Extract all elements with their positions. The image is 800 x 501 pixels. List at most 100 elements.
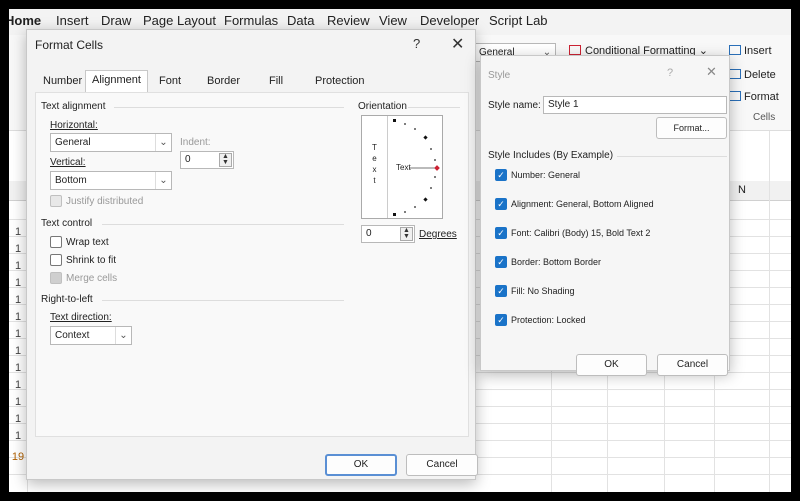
border-checkbox[interactable]: ✓ [495,256,507,268]
justify-distributed-checkbox[interactable] [50,195,62,207]
row-header[interactable]: 1 [9,294,27,306]
indent-stepper[interactable]: 0 ▲ ▼ [180,151,234,169]
help-icon[interactable]: ? [667,67,673,79]
close-icon[interactable]: ✕ [706,64,717,80]
column-header-n[interactable]: N [738,184,746,196]
row-header[interactable]: 1 [9,277,27,289]
insert-label: Insert [744,45,772,57]
delete-cells-button[interactable]: Delete [729,69,776,81]
merge-cells-label: Merge cells [66,273,118,284]
number-checkbox[interactable]: ✓ [495,169,507,181]
wrap-text-label: Wrap text [66,237,109,248]
tab-draw[interactable]: Draw [101,13,131,28]
tab-home[interactable]: Home [9,13,41,28]
ok-button[interactable]: OK [576,354,647,376]
font-checkbox[interactable]: ✓ [495,227,507,239]
tab-font[interactable]: Font [153,72,187,90]
tab-data[interactable]: Data [287,13,314,28]
help-icon[interactable]: ? [413,36,420,51]
dialog-title: Style [488,70,511,81]
dial-dot [404,123,406,125]
tab-script-lab[interactable]: Script Lab [489,13,548,28]
dial-dot [414,128,416,130]
shrink-to-fit-checkbox[interactable] [50,254,62,266]
style-name-label: Style name: [488,100,541,111]
insert-cells-button[interactable]: Insert [729,45,772,57]
text-alignment-heading: Text alignment [41,101,106,112]
protection-checkbox[interactable]: ✓ [495,314,507,326]
tab-number[interactable]: Number [37,72,88,90]
spin-arrows-icon[interactable]: ▲ ▼ [219,153,232,167]
close-icon[interactable]: ✕ [451,34,464,54]
indent-label: Indent: [180,137,211,148]
dial-current-marker [434,165,440,171]
vertical-value: Bottom [55,175,87,186]
style-name-input[interactable]: Style 1 [543,96,727,114]
row-header[interactable]: 1 [9,430,27,442]
merge-cells-checkbox[interactable] [50,272,62,284]
row-header[interactable]: 1 [9,379,27,391]
dial-dot [430,187,432,189]
insert-cells-icon [729,45,741,55]
fill-checkbox[interactable]: ✓ [495,285,507,297]
horizontal-select[interactable]: General ⌄ [50,133,172,152]
degrees-label: Degrees [419,229,457,240]
dial-marker [393,119,396,122]
text-direction-select[interactable]: Context ⌄ [50,326,132,345]
orientation-text-preview: Text [396,163,411,172]
degrees-stepper[interactable]: 0 ▲ ▼ [361,225,415,243]
rtl-heading: Right-to-left [41,294,93,305]
row-header[interactable]: 1 [9,396,27,408]
row-header[interactable]: 1 [9,345,27,357]
row-header[interactable]: 19 [9,451,27,463]
wrap-text-checkbox[interactable] [50,236,62,248]
fill-include-label: Fill: No Shading [511,286,575,296]
vertical-text-letter: t [373,176,376,185]
tab-alignment[interactable]: Alignment [85,70,148,92]
row-header[interactable]: 1 [9,362,27,374]
conditional-formatting-icon [569,45,581,55]
dial-marker [423,135,428,140]
row-header[interactable]: 1 [9,311,27,323]
format-label: Format [744,91,779,103]
alignment-panel: Text alignment Horizontal: General ⌄ Ind… [35,92,469,437]
alignment-include-label: Alignment: General, Bottom Aligned [511,199,654,209]
tab-border[interactable]: Border [201,72,246,90]
cancel-button[interactable]: Cancel [657,354,728,376]
format-button[interactable]: Format... [656,117,727,139]
text-control-heading: Text control [41,218,93,229]
row-header[interactable]: 1 [9,328,27,340]
tab-fill[interactable]: Fill [263,72,289,90]
tab-view[interactable]: View [379,13,407,28]
tab-insert[interactable]: Insert [56,13,89,28]
vertical-text-button[interactable]: T e x t [362,116,388,218]
tab-page-layout[interactable]: Page Layout [143,13,216,28]
row-header[interactable]: 1 [9,243,27,255]
alignment-checkbox[interactable]: ✓ [495,198,507,210]
cancel-button[interactable]: Cancel [406,454,478,476]
row-header[interactable]: 1 [9,226,27,238]
orientation-control[interactable]: T e x t Text [361,115,443,219]
tab-review[interactable]: Review [327,13,370,28]
row-header[interactable]: 1 [9,413,27,425]
vertical-text-letter: x [372,165,377,174]
excel-window: Home Insert Draw Page Layout Formulas Da… [9,9,791,492]
tab-developer[interactable]: Developer [420,13,479,28]
protection-include-label: Protection: Locked [511,315,586,325]
delete-label: Delete [744,69,776,81]
vertical-text-letter: T [372,143,377,152]
row-header[interactable]: 1 [9,260,27,272]
chevron-down-icon: ⌄ [115,327,131,344]
dial-dot [434,176,436,178]
font-include-label: Font: Calibri (Body) 15, Bold Text 2 [511,228,651,238]
tab-protection[interactable]: Protection [309,72,371,90]
orientation-heading: Orientation [358,101,407,112]
ok-button[interactable]: OK [325,454,397,476]
format-cells-dialog: Format Cells ? ✕ Number Alignment Font B… [26,29,478,480]
tab-formulas[interactable]: Formulas [224,13,278,28]
format-cells-tabs: Number Alignment Font Border Fill Protec… [27,68,477,92]
vertical-select[interactable]: Bottom ⌄ [50,171,172,190]
spin-arrows-icon[interactable]: ▲ ▼ [400,227,413,241]
format-cells-button[interactable]: Format [729,91,779,103]
dial-dot [414,206,416,208]
